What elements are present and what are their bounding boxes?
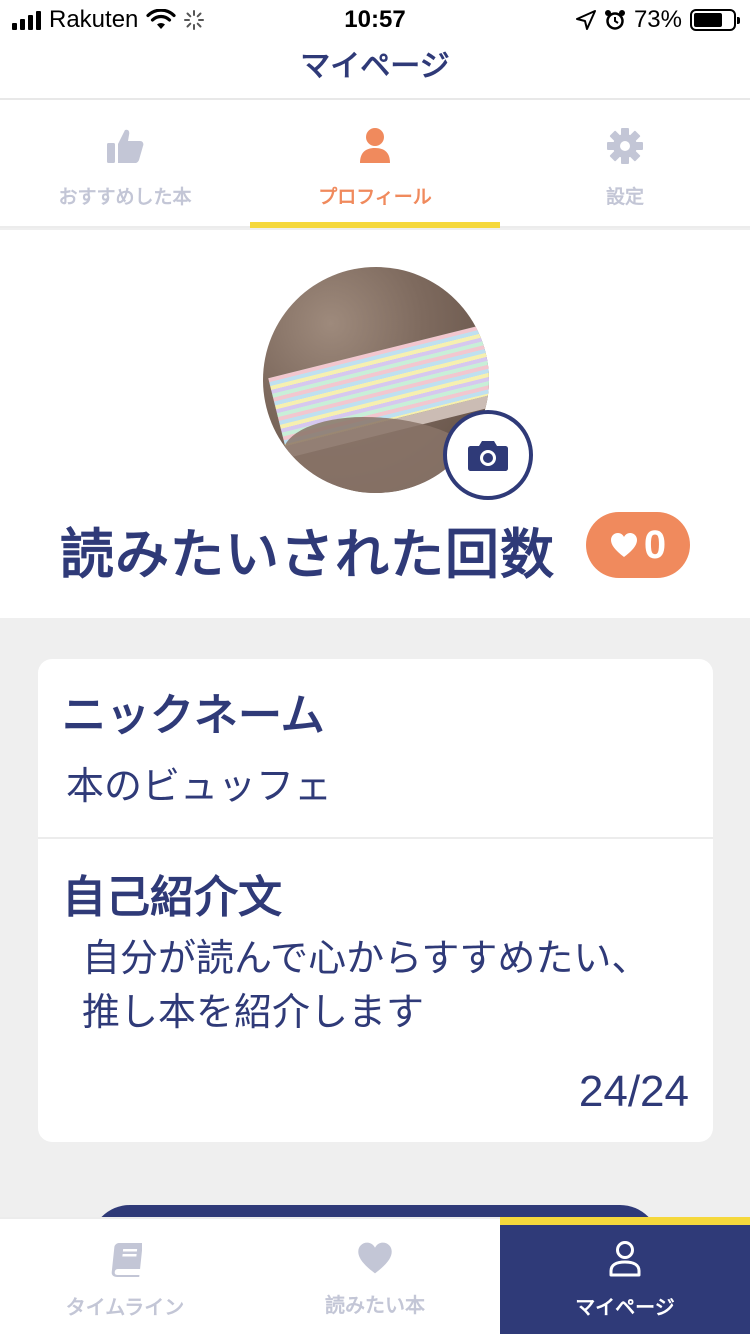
gear-icon	[606, 126, 644, 166]
tab-my-page[interactable]: マイページ	[500, 1217, 750, 1334]
want-count-value: 0	[643, 522, 667, 567]
tab-label: プロフィール	[318, 186, 432, 208]
camera-icon	[468, 441, 508, 471]
tab-profile[interactable]: プロフィール	[250, 100, 500, 228]
active-tab-indicator	[500, 1217, 750, 1225]
tab-label: 設定	[605, 186, 644, 208]
tab-timeline[interactable]: タイムライン	[0, 1219, 250, 1334]
nickname-label: ニックネーム	[62, 690, 325, 741]
location-arrow-icon	[575, 10, 596, 30]
page-title: マイページ	[0, 40, 750, 98]
tab-want-to-read[interactable]: 読みたい本	[250, 1219, 500, 1334]
nickname-field[interactable]: 本のビュッフェ	[66, 755, 332, 810]
tab-label: タイムライン	[65, 1295, 185, 1319]
bottom-tab-bar: タイムライン 読みたい本 マイページ	[0, 1217, 750, 1334]
bio-label: 自己紹介文	[62, 872, 282, 923]
heart-icon	[358, 1242, 392, 1274]
person-icon	[359, 126, 391, 166]
active-tab-indicator	[250, 222, 500, 228]
want-count-label: 読みたいされた回数	[60, 523, 555, 586]
battery-icon	[690, 9, 740, 31]
battery-percent: 73%	[633, 6, 682, 33]
tab-label: 読みたい本	[325, 1293, 425, 1317]
thumbs-up-icon	[105, 126, 145, 166]
profile-info-card: ニックネーム 本のビュッフェ 自己紹介文 自分が読んで心からすすめたい、推し本を…	[38, 659, 713, 1142]
heart-icon	[610, 533, 637, 557]
tab-label: おすすめした本	[58, 186, 192, 208]
status-bar: Rakuten 10:57 73%	[0, 0, 750, 40]
divider	[38, 837, 713, 839]
alarm-icon	[604, 10, 625, 30]
bio-char-count: 24/24	[578, 1067, 689, 1116]
change-photo-button[interactable]	[443, 410, 533, 500]
want-count-badge: 0	[586, 512, 690, 578]
profile-section: 読みたいされた回数 0	[0, 230, 750, 618]
top-tab-bar: おすすめした本 プロフィール 設定	[0, 100, 750, 228]
book-icon	[111, 1243, 142, 1277]
person-outline-icon	[609, 1241, 641, 1277]
tab-recommended-books[interactable]: おすすめした本	[0, 100, 250, 226]
bio-field[interactable]: 自分が読んで心からすすめたい、推し本を紹介します	[82, 931, 672, 1039]
tab-settings[interactable]: 設定	[500, 100, 750, 226]
tab-label: マイページ	[575, 1295, 675, 1319]
